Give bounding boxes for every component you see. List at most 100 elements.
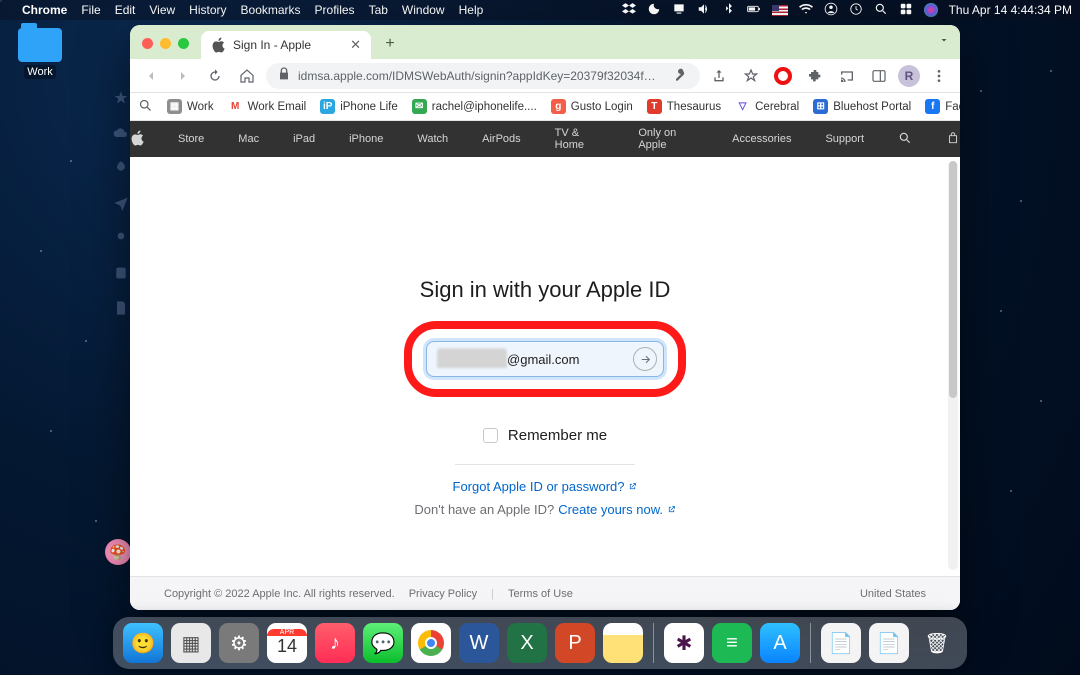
nav-only-on-apple[interactable]: Only on Apple bbox=[638, 127, 698, 151]
clock-icon[interactable] bbox=[849, 2, 863, 19]
home-button[interactable] bbox=[234, 63, 260, 89]
bookmark-bluehost[interactable]: ⊞Bluehost Portal bbox=[813, 99, 911, 114]
side-emoji-button[interactable]: 🍄 bbox=[105, 539, 131, 565]
battery-icon[interactable] bbox=[747, 2, 761, 19]
tab-close-icon[interactable]: ✕ bbox=[350, 37, 361, 53]
side-send-icon[interactable] bbox=[113, 195, 129, 216]
wifi-icon[interactable] bbox=[799, 2, 813, 19]
side-doc-icon[interactable] bbox=[113, 300, 129, 321]
dock-word[interactable]: W bbox=[459, 623, 499, 663]
side-cloud-icon[interactable] bbox=[113, 125, 129, 146]
control-center-icon[interactable] bbox=[899, 2, 913, 19]
bluetooth-icon[interactable] bbox=[722, 2, 736, 19]
bookmark-work-email[interactable]: MWork Email bbox=[228, 99, 307, 114]
nav-bag-icon[interactable] bbox=[946, 131, 960, 148]
menubar-app-name[interactable]: Chrome bbox=[22, 3, 67, 17]
new-tab-button[interactable]: + bbox=[377, 31, 403, 57]
spotlight-icon[interactable] bbox=[874, 2, 888, 19]
scrollbar[interactable] bbox=[948, 161, 958, 570]
dock-settings[interactable]: ⚙ bbox=[219, 623, 259, 663]
reload-button[interactable] bbox=[202, 63, 228, 89]
profile-avatar[interactable]: R bbox=[898, 65, 920, 87]
nav-ipad[interactable]: iPad bbox=[293, 133, 315, 145]
menu-help[interactable]: Help bbox=[459, 3, 484, 17]
address-bar[interactable]: idmsa.apple.com/IDMSWebAuth/signin?appId… bbox=[266, 63, 700, 89]
dock-chrome[interactable] bbox=[411, 623, 451, 663]
menubar-datetime[interactable]: Thu Apr 14 4:44:34 PM bbox=[949, 3, 1072, 17]
dock-file-1[interactable]: 📄 bbox=[821, 623, 861, 663]
create-account-link[interactable]: Create yours now. bbox=[558, 502, 675, 517]
menu-window[interactable]: Window bbox=[402, 3, 445, 17]
bookmark-thesaurus[interactable]: TThesaurus bbox=[647, 99, 721, 114]
dock-finder[interactable]: 🙂 bbox=[123, 623, 163, 663]
extension-opera-icon[interactable] bbox=[770, 63, 796, 89]
remember-me[interactable]: Remember me bbox=[483, 427, 607, 444]
nav-mac[interactable]: Mac bbox=[238, 133, 259, 145]
side-note-icon[interactable] bbox=[113, 265, 129, 286]
bookmark-cerebral[interactable]: ▽Cerebral bbox=[735, 99, 799, 114]
user-icon[interactable] bbox=[824, 2, 838, 19]
siri-icon[interactable] bbox=[924, 3, 938, 17]
bookmark-work[interactable]: ▦Work bbox=[167, 99, 214, 114]
volume-icon[interactable] bbox=[697, 2, 711, 19]
dock-trash[interactable]: 🗑 bbox=[917, 623, 957, 663]
apple-logo-icon[interactable] bbox=[130, 130, 144, 149]
nav-accessories[interactable]: Accessories bbox=[732, 133, 791, 145]
flag-icon[interactable] bbox=[772, 5, 788, 16]
menu-bookmarks[interactable]: Bookmarks bbox=[241, 3, 301, 17]
menu-file[interactable]: File bbox=[81, 3, 100, 17]
dock-spotify[interactable]: ≡ bbox=[712, 623, 752, 663]
display-icon[interactable] bbox=[672, 2, 686, 19]
nav-forward-button[interactable] bbox=[170, 63, 196, 89]
browser-tab[interactable]: Sign In - Apple ✕ bbox=[201, 31, 371, 59]
dock-appstore[interactable]: A bbox=[760, 623, 800, 663]
tabs-overflow-icon[interactable] bbox=[938, 33, 950, 51]
nav-back-button[interactable] bbox=[138, 63, 164, 89]
chrome-menu-button[interactable] bbox=[926, 63, 952, 89]
window-zoom-button[interactable] bbox=[178, 38, 189, 49]
nav-iphone[interactable]: iPhone bbox=[349, 133, 383, 145]
do-not-disturb-icon[interactable] bbox=[647, 2, 661, 19]
bookmark-search-icon[interactable] bbox=[138, 98, 153, 116]
bookmark-gusto[interactable]: gGusto Login bbox=[551, 99, 633, 114]
scrollbar-thumb[interactable] bbox=[949, 161, 957, 398]
nav-tv-home[interactable]: TV & Home bbox=[555, 127, 605, 151]
apple-id-input[interactable]: ██████@gmail.com bbox=[426, 341, 664, 377]
nav-airpods[interactable]: AirPods bbox=[482, 133, 521, 145]
remember-checkbox[interactable] bbox=[483, 428, 498, 443]
dock-slack[interactable]: ✱ bbox=[664, 623, 704, 663]
cast-button[interactable] bbox=[834, 63, 860, 89]
sidepanel-button[interactable] bbox=[866, 63, 892, 89]
side-pin-icon[interactable] bbox=[113, 230, 129, 251]
window-minimize-button[interactable] bbox=[160, 38, 171, 49]
bookmark-rachel-email[interactable]: ✉rachel@iphonelife.... bbox=[412, 99, 537, 114]
dock-music[interactable]: ♪ bbox=[315, 623, 355, 663]
menu-edit[interactable]: Edit bbox=[115, 3, 136, 17]
key-icon[interactable] bbox=[674, 66, 690, 85]
dropbox-icon[interactable] bbox=[622, 2, 636, 19]
share-button[interactable] bbox=[706, 63, 732, 89]
dock-messages[interactable]: 💬 bbox=[363, 623, 403, 663]
dock-launchpad[interactable]: ▦ bbox=[171, 623, 211, 663]
dock-powerpoint[interactable]: P bbox=[555, 623, 595, 663]
menu-profiles[interactable]: Profiles bbox=[315, 3, 355, 17]
dock-excel[interactable]: X bbox=[507, 623, 547, 663]
extensions-button[interactable] bbox=[802, 63, 828, 89]
side-star-icon[interactable] bbox=[113, 90, 129, 111]
window-close-button[interactable] bbox=[142, 38, 153, 49]
nav-support[interactable]: Support bbox=[825, 133, 864, 145]
bookmark-star-button[interactable] bbox=[738, 63, 764, 89]
dock-notes[interactable] bbox=[603, 623, 643, 663]
desktop-folder-work[interactable]: Work bbox=[10, 28, 70, 79]
menu-tab[interactable]: Tab bbox=[369, 3, 388, 17]
forgot-link[interactable]: Forgot Apple ID or password? bbox=[453, 479, 638, 494]
dock-file-2[interactable]: 📄 bbox=[869, 623, 909, 663]
nav-watch[interactable]: Watch bbox=[417, 133, 448, 145]
nav-search-icon[interactable] bbox=[898, 131, 912, 148]
nav-store[interactable]: Store bbox=[178, 133, 204, 145]
footer-terms-link[interactable]: Terms of Use bbox=[508, 588, 573, 600]
side-rocket-icon[interactable] bbox=[113, 160, 129, 181]
menu-history[interactable]: History bbox=[189, 3, 226, 17]
dock-calendar[interactable]: APR14 bbox=[267, 623, 307, 663]
bookmark-facebook[interactable]: fFacebook bbox=[925, 99, 960, 114]
